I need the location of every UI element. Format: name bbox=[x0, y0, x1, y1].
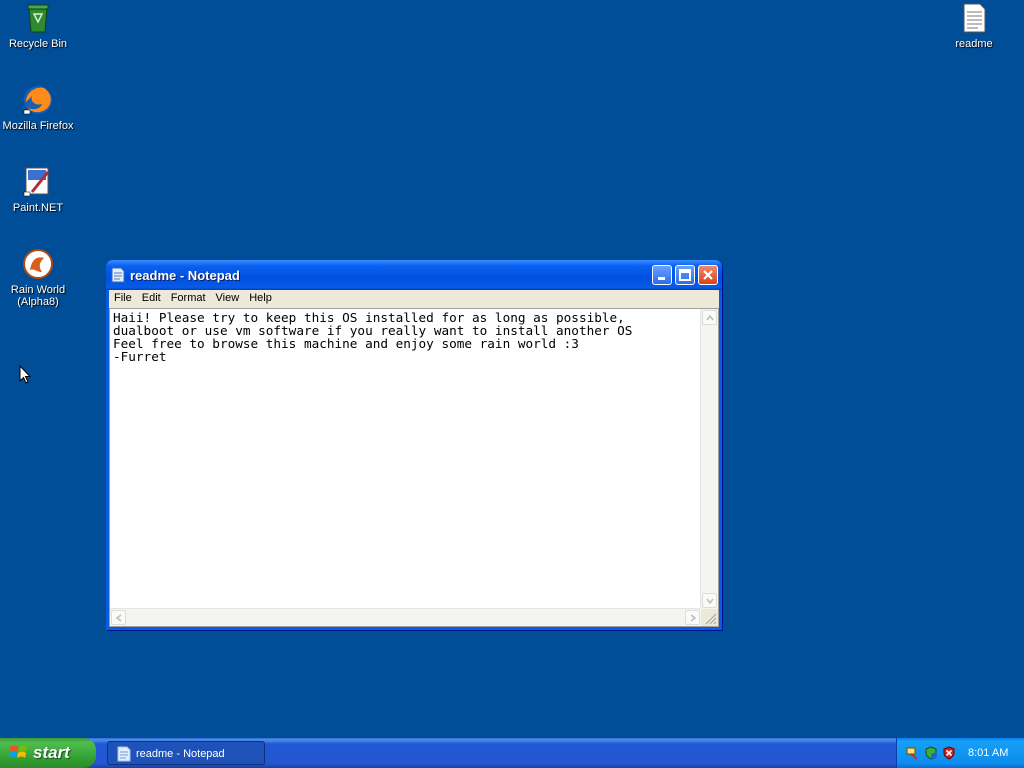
desktop-icon-firefox[interactable]: Mozilla Firefox bbox=[0, 84, 76, 132]
taskbar: start readme - Notepad 8:01 AM bbox=[0, 738, 1024, 768]
recycle-bin-icon bbox=[22, 2, 54, 34]
scroll-right-button[interactable] bbox=[685, 610, 700, 625]
vertical-scrollbar[interactable] bbox=[700, 309, 718, 609]
scroll-left-button[interactable] bbox=[111, 610, 126, 625]
document-text[interactable]: Haii! Please try to keep this OS install… bbox=[113, 311, 701, 607]
paint-net-icon bbox=[22, 166, 54, 198]
scroll-down-button[interactable] bbox=[702, 593, 717, 608]
desktop-icon-recycle-bin[interactable]: Recycle Bin bbox=[0, 2, 76, 50]
windows-flag-icon bbox=[9, 744, 29, 767]
security-shield-icon[interactable] bbox=[924, 746, 938, 765]
title-bar[interactable]: readme - Notepad bbox=[106, 260, 722, 290]
notepad-icon bbox=[117, 746, 131, 765]
notepad-icon bbox=[111, 267, 125, 283]
desktop-icon-label: Mozilla Firefox bbox=[2, 120, 74, 132]
rain-world-icon bbox=[22, 248, 54, 280]
system-tray: 8:01 AM bbox=[896, 738, 1024, 768]
desktop-icon-paint-net[interactable]: Paint.NET bbox=[0, 166, 76, 214]
menu-edit[interactable]: Edit bbox=[137, 290, 166, 304]
text-document-icon bbox=[958, 2, 990, 34]
taskbar-item-notepad[interactable]: readme - Notepad bbox=[107, 741, 265, 765]
clock[interactable]: 8:01 AM bbox=[968, 747, 1008, 759]
desktop-icon-label: Recycle Bin bbox=[8, 38, 68, 50]
security-alert-icon[interactable] bbox=[942, 746, 956, 765]
menu-file[interactable]: File bbox=[109, 290, 137, 304]
desktop-icon-label: Rain World (Alpha8) bbox=[10, 284, 66, 308]
menu-view[interactable]: View bbox=[211, 290, 245, 304]
desktop-icon-label: readme bbox=[955, 38, 993, 50]
maximize-button[interactable] bbox=[675, 265, 695, 285]
notepad-window[interactable]: readme - Notepad File Edit Format View Help … bbox=[106, 260, 722, 630]
menu-bar: File Edit Format View Help bbox=[109, 290, 719, 308]
scroll-up-button[interactable] bbox=[702, 310, 717, 325]
minimize-button[interactable] bbox=[652, 265, 672, 285]
firefox-icon bbox=[22, 84, 54, 116]
menu-help[interactable]: Help bbox=[244, 290, 277, 304]
text-editor[interactable]: Haii! Please try to keep this OS install… bbox=[109, 308, 719, 627]
horizontal-scrollbar[interactable] bbox=[110, 608, 701, 626]
close-button[interactable] bbox=[698, 265, 718, 285]
desktop-icon-readme[interactable]: readme bbox=[936, 2, 1012, 50]
start-label: start bbox=[33, 743, 70, 762]
desktop-icon-label: Paint.NET bbox=[12, 202, 64, 214]
desktop-icon-rain-world[interactable]: Rain World (Alpha8) bbox=[0, 248, 76, 308]
network-icon[interactable] bbox=[906, 746, 920, 765]
window-title: readme - Notepad bbox=[130, 268, 240, 283]
taskbar-item-label: readme - Notepad bbox=[136, 748, 225, 760]
start-button[interactable]: start bbox=[0, 738, 96, 768]
mouse-cursor-icon bbox=[19, 364, 32, 389]
resize-grip-icon[interactable] bbox=[701, 609, 718, 626]
menu-format[interactable]: Format bbox=[166, 290, 211, 304]
